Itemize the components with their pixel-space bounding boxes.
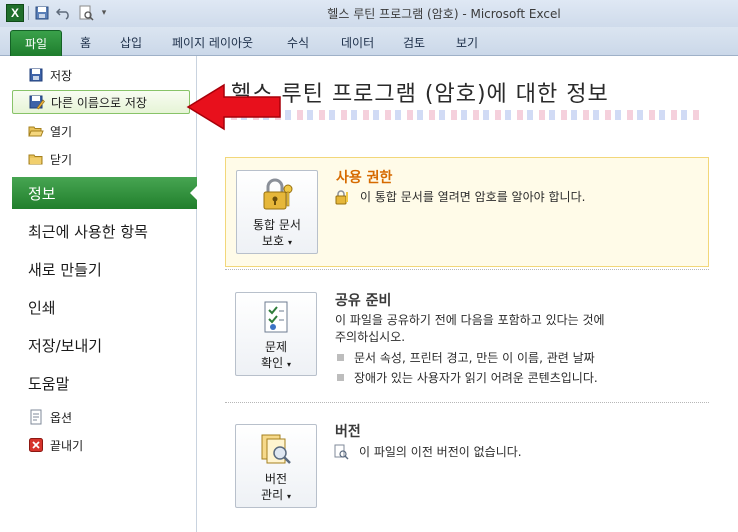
nav-new[interactable]: 새로 만들기 [12, 253, 197, 285]
tab-review[interactable]: 검토 [403, 34, 425, 51]
open-folder-icon [28, 123, 44, 139]
nav-print[interactable]: 인쇄 [12, 291, 197, 323]
info-title: 헬스 루틴 프로그램 (암호)에 대한 정보 [231, 82, 609, 107]
exit-command[interactable]: 끝내기 [12, 433, 190, 457]
chevron-down-icon: ▾ [286, 492, 291, 501]
check-for-issues-button[interactable]: 문제 확인 ▾ [235, 292, 317, 376]
tab-file[interactable]: 파일 [10, 30, 62, 56]
tab-page-layout[interactable]: 페이지 레이아웃 [172, 34, 253, 51]
prepare-bullet-text: 문서 속성, 프린터 경고, 만든 이 이름, 관련 날짜 [354, 351, 595, 365]
lock-key-small-icon [334, 189, 350, 205]
file-path-redacted [231, 110, 701, 120]
save-as-command[interactable]: 다른 이름으로 저장 [12, 90, 190, 114]
ribbon-tab-bar: 파일 홈 삽입 페이지 레이아웃 수식 데이터 검토 보기 [0, 27, 738, 56]
nav-help[interactable]: 도움말 [12, 367, 197, 399]
bullet-marker [337, 354, 344, 361]
versions-text-row: 이 파일의 이전 버전이 없습니다. [333, 443, 522, 461]
open-command-label: 열기 [50, 124, 73, 139]
prepare-bullet: 장애가 있는 사용자가 읽기 어려운 콘텐츠입니다. [337, 369, 598, 386]
protect-workbook-button[interactable]: 통합 문서 보호 ▾ [236, 170, 318, 254]
permissions-text: 이 통합 문서를 열려면 암호를 알아야 합니다. [360, 190, 586, 204]
close-folder-icon [28, 151, 44, 167]
manage-versions-label-1: 버전 [264, 472, 288, 486]
close-command[interactable]: 닫기 [12, 147, 190, 171]
protect-workbook-label-1: 통합 문서 [253, 218, 301, 232]
save-command-label: 저장 [50, 68, 73, 83]
section-divider [225, 269, 709, 270]
save-as-command-label: 다른 이름으로 저장 [51, 95, 147, 110]
prepare-bullet: 문서 속성, 프린터 경고, 만든 이 이름, 관련 날짜 [337, 349, 595, 366]
exit-command-label: 끝내기 [50, 438, 84, 453]
backstage-nav: 저장 다른 이름으로 저장 열기 닫기 정보 최근에 사용한 항목 새로 만들기… [0, 56, 198, 532]
permissions-heading: 사용 권한 [336, 170, 393, 186]
versions-icon [258, 431, 294, 467]
save-command[interactable]: 저장 [12, 63, 190, 87]
save-as-icon [29, 94, 45, 110]
open-command[interactable]: 열기 [12, 119, 190, 143]
prepare-text-1: 이 파일을 공유하기 전에 다음을 포함하고 있다는 것에 [335, 313, 605, 327]
nav-save-send[interactable]: 저장/보내기 [12, 329, 197, 361]
permissions-section: 통합 문서 보호 ▾ 사용 권한 이 통합 문서를 열려면 암호를 알아야 합니… [225, 157, 709, 267]
close-command-label: 닫기 [50, 152, 73, 167]
options-command[interactable]: 옵션 [12, 405, 190, 429]
title-bar: X ▾ 헬스 루틴 프로그램 (암호) - Microsoft Excel [0, 0, 738, 27]
permissions-text-row: 이 통합 문서를 열려면 암호를 알아야 합니다. [334, 188, 585, 206]
nav-recent[interactable]: 최근에 사용한 항목 [12, 215, 197, 247]
annotation-arrow-icon [186, 82, 282, 135]
prepare-bullet-text: 장애가 있는 사용자가 읽기 어려운 콘텐츠입니다. [354, 371, 598, 385]
tab-formulas[interactable]: 수식 [287, 34, 309, 51]
document-search-icon [333, 444, 349, 460]
save-icon [28, 67, 44, 83]
options-command-label: 옵션 [50, 410, 73, 425]
manage-versions-button[interactable]: 버전 관리 ▾ [235, 424, 317, 508]
prepare-text-2: 주의하십시오. [335, 330, 406, 344]
tab-data[interactable]: 데이터 [341, 34, 374, 51]
prepare-section: 문제 확인 ▾ 공유 준비 이 파일을 공유하기 전에 다음을 포함하고 있다는… [225, 282, 709, 385]
options-icon [28, 409, 44, 425]
prepare-heading: 공유 준비 [335, 293, 392, 309]
manage-versions-label-2: 관리 [261, 488, 284, 502]
versions-heading: 버전 [335, 424, 361, 440]
chevron-down-icon: ▾ [286, 360, 291, 369]
tab-view[interactable]: 보기 [456, 34, 478, 51]
chevron-down-icon: ▾ [287, 238, 292, 247]
lock-key-icon [259, 177, 295, 213]
section-divider [225, 402, 709, 403]
versions-text: 이 파일의 이전 버전이 없습니다. [359, 445, 522, 459]
window-title: 헬스 루틴 프로그램 (암호) - Microsoft Excel [327, 7, 561, 21]
bullet-marker [337, 374, 344, 381]
tab-home[interactable]: 홈 [80, 34, 91, 51]
checklist-icon [258, 299, 294, 335]
exit-icon [28, 437, 44, 453]
nav-info[interactable]: 정보 [12, 177, 198, 209]
check-for-issues-label-2: 확인 [261, 356, 284, 370]
check-for-issues-label-1: 문제 [264, 340, 288, 354]
versions-section: 버전 관리 ▾ 버전 이 파일의 이전 버전이 없습니다. [225, 416, 709, 516]
tab-insert[interactable]: 삽입 [120, 34, 142, 51]
protect-workbook-label-2: 보호 [262, 234, 285, 248]
